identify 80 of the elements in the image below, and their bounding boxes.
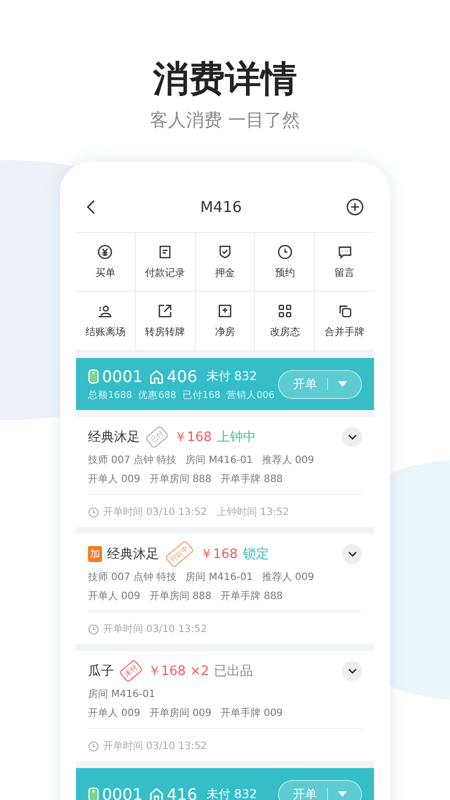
clock-icon bbox=[276, 244, 293, 260]
item-detail: 推荐人 009 bbox=[262, 570, 314, 584]
action-button[interactable]: 付款记录 bbox=[136, 233, 195, 291]
dropdown-icon bbox=[338, 381, 347, 387]
action-button[interactable]: 押金 bbox=[196, 233, 254, 291]
item-detail: 开单手牌 009 bbox=[220, 706, 283, 720]
item-name: 经典沐足 bbox=[107, 546, 159, 563]
item-detail: 房间 M416-01 bbox=[186, 454, 253, 467]
nav-title: M416 bbox=[200, 198, 242, 216]
unpaid-amount: 未付 832 bbox=[206, 786, 257, 800]
expand-button[interactable] bbox=[342, 661, 362, 681]
item-detail: 开单手牌 888 bbox=[220, 590, 283, 603]
copy-icon bbox=[336, 303, 353, 319]
tag-number: 0001 bbox=[102, 366, 143, 386]
back-icon[interactable] bbox=[86, 199, 96, 215]
item-time: 开单时间 03/10 13:52 bbox=[103, 506, 207, 519]
unpaid-amount: 未付 832 bbox=[206, 368, 257, 384]
grid-icon bbox=[276, 303, 293, 319]
item-detail: 开单人 009 bbox=[88, 706, 140, 720]
tag-number: 0001 bbox=[102, 784, 143, 800]
chevron-down-icon bbox=[348, 668, 356, 674]
chevron-down-icon bbox=[348, 551, 356, 557]
item-detail: 开单房间 009 bbox=[149, 706, 212, 720]
action-button[interactable]: 留言 bbox=[315, 233, 374, 291]
room-number: 416 bbox=[166, 784, 198, 800]
order-stat: 已付168 bbox=[182, 388, 220, 402]
item-status: 上钟中 bbox=[216, 429, 256, 446]
page-subtitle: 客人消费 一目了然 bbox=[149, 109, 301, 132]
action-button[interactable]: 买单 bbox=[76, 233, 135, 291]
order-stat: 营销人006 bbox=[226, 388, 275, 402]
yen-icon bbox=[97, 244, 114, 260]
dropdown-icon bbox=[338, 791, 347, 797]
item-detail: 开单手牌 888 bbox=[220, 472, 283, 486]
plusbox-icon bbox=[216, 303, 233, 319]
action-button[interactable]: 结账离场 bbox=[76, 292, 135, 350]
clock-icon bbox=[88, 506, 99, 518]
expand-button[interactable] bbox=[342, 544, 362, 564]
item-price: ￥168 ×2 bbox=[148, 663, 210, 680]
shield-icon bbox=[216, 244, 233, 260]
action-button[interactable]: 改房态 bbox=[255, 292, 314, 350]
item-price: ￥168 bbox=[174, 429, 212, 446]
item-name: 瓜子 bbox=[88, 663, 114, 680]
clock-icon bbox=[88, 624, 99, 634]
item-detail: 开单人 009 bbox=[88, 472, 140, 486]
item-name: 经典沐足 bbox=[88, 429, 140, 446]
item-detail: 开单房间 888 bbox=[149, 590, 212, 603]
chevron-down-icon bbox=[348, 434, 356, 440]
item-detail: 开单房间 888 bbox=[149, 472, 212, 486]
tag-icon bbox=[88, 786, 99, 800]
item-status: 已出品 bbox=[214, 663, 254, 680]
item-detail: 推荐人 009 bbox=[262, 454, 314, 467]
doc-icon bbox=[157, 244, 174, 260]
action-button[interactable]: 预约 bbox=[255, 233, 314, 291]
add-icon[interactable] bbox=[346, 198, 364, 216]
added-badge: 加 bbox=[88, 546, 102, 562]
item-detail: 技师 007 点钟 特技 bbox=[88, 454, 177, 467]
order-stat: 优惠688 bbox=[138, 388, 176, 402]
action-button[interactable]: 净房 bbox=[196, 292, 254, 350]
item-detail: 开单人 009 bbox=[88, 590, 140, 603]
house-icon bbox=[148, 368, 164, 384]
item-detail: 房间 M416-01 bbox=[88, 688, 156, 701]
tag-icon bbox=[88, 368, 99, 384]
order-stat: 总额1688 bbox=[88, 388, 132, 402]
expand-button[interactable] bbox=[342, 427, 362, 447]
item-time: 开单时间 03/10 13:52 bbox=[103, 622, 207, 636]
house-icon bbox=[148, 786, 164, 800]
item-status: 锁定 bbox=[242, 546, 269, 563]
room-number: 406 bbox=[166, 366, 198, 386]
item-detail: 房间 M416-01 bbox=[186, 570, 253, 584]
person-icon bbox=[97, 303, 114, 319]
clock-icon bbox=[88, 740, 99, 752]
chat-icon bbox=[336, 244, 353, 260]
action-button[interactable]: 转房转牌 bbox=[136, 292, 195, 350]
share-icon bbox=[157, 303, 174, 319]
item-time: 开单时间 03/10 13:52 bbox=[103, 740, 207, 753]
action-button[interactable]: 合并手牌 bbox=[315, 292, 374, 350]
item-detail: 技师 007 点钟 特技 bbox=[88, 570, 177, 584]
item-time: 上钟时间 13:52 bbox=[217, 506, 289, 519]
item-price: ￥168 bbox=[200, 546, 238, 563]
page-title: 消费详情 bbox=[152, 58, 298, 102]
